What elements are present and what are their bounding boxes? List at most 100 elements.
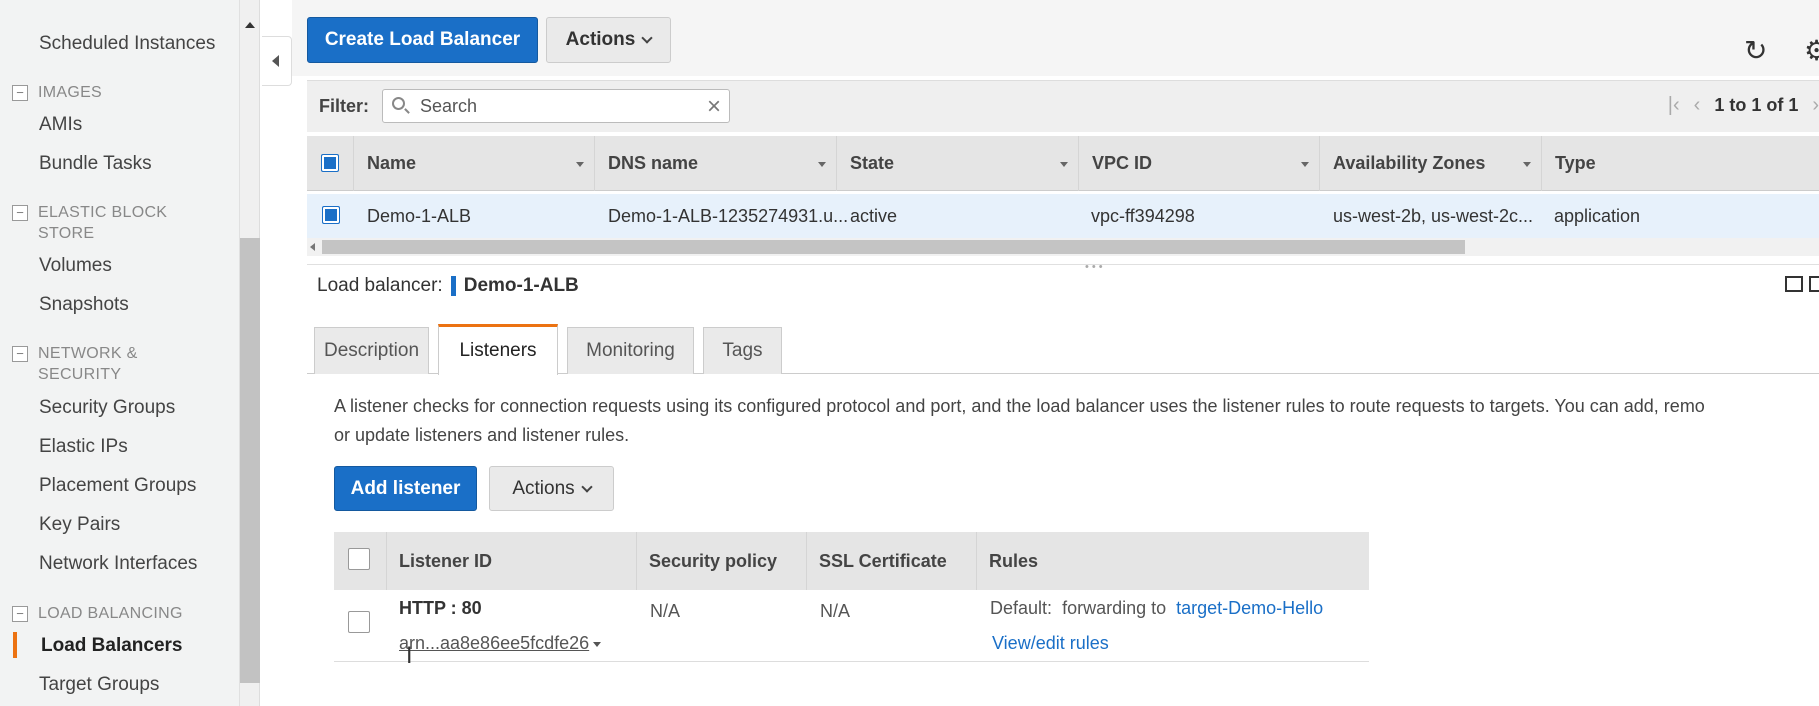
listeners-description: A listener checks for connection request…	[334, 392, 1819, 450]
select-all-checkbox[interactable]	[321, 154, 339, 172]
close-icon[interactable]: ×	[707, 93, 721, 121]
sidebar-section-title: IMAGES	[38, 84, 103, 101]
sidebar-item-snapshots[interactable]: Snapshots	[39, 294, 129, 316]
gear-icon[interactable]: ⚙	[1804, 34, 1819, 67]
sidebar-section-load-balancing[interactable]: − LOAD BALANCING	[12, 603, 183, 624]
refresh-icon[interactable]: ↻	[1744, 34, 1767, 67]
sidebar-section-network-security[interactable]: − NETWORK & SECURITY	[12, 343, 138, 385]
collapse-icon[interactable]: −	[12, 606, 28, 622]
chevron-left-icon	[272, 55, 279, 67]
create-load-balancer-button[interactable]: Create Load Balancer	[307, 17, 538, 63]
collapse-icon[interactable]: −	[12, 85, 28, 101]
search-input[interactable]: Search ×	[382, 89, 730, 123]
sidebar-item-volumes[interactable]: Volumes	[39, 255, 112, 277]
sidebar-item-placement-groups[interactable]: Placement Groups	[39, 475, 196, 497]
sidebar-scrollbar[interactable]	[240, 0, 260, 706]
cell-type: application	[1554, 206, 1641, 226]
column-label: DNS name	[608, 153, 699, 173]
add-listener-button[interactable]: Add listener	[334, 466, 477, 511]
listener-actions-dropdown[interactable]: Actions	[489, 466, 614, 511]
text-cursor-icon: I	[406, 644, 413, 669]
collapse-icon[interactable]: −	[12, 205, 28, 221]
detail-tabs: Description Listeners Monitoring Tags	[307, 324, 1819, 375]
row-checkbox[interactable]	[348, 611, 370, 633]
listener-arn-dropdown[interactable]: arn...aa8e86ee5fcdfe26	[399, 633, 602, 654]
tab-description[interactable]: Description	[314, 327, 429, 374]
column-header-dns-name[interactable]: DNS name	[595, 136, 837, 191]
cell-rules: Default: forwarding to target-Demo-Hello	[990, 598, 1323, 619]
active-indicator	[13, 632, 17, 658]
sidebar-section-title: STORE	[38, 225, 95, 242]
first-page-icon[interactable]: |‹	[1668, 94, 1680, 117]
search-icon	[392, 97, 405, 110]
column-header-state[interactable]: State	[837, 136, 1079, 191]
column-header-ssl-certificate: SSL Certificate	[807, 532, 977, 590]
sidebar-item-elastic-ips[interactable]: Elastic IPs	[39, 436, 128, 458]
view-edit-rules-link[interactable]: View/edit rules	[992, 633, 1109, 654]
chevron-down-icon	[641, 32, 654, 44]
drag-handle-icon[interactable]: •••	[1085, 261, 1106, 273]
target-group-link[interactable]: target-Demo-Hello	[1176, 598, 1323, 618]
cell-vpc-id: vpc-ff394298	[1091, 206, 1195, 226]
rule-action: forwarding to	[1062, 598, 1167, 618]
column-label: Type	[1555, 153, 1596, 173]
actions-dropdown[interactable]: Actions	[546, 17, 671, 63]
sort-icon	[1301, 162, 1309, 167]
cell-dns-name: Demo-1-ALB-1235274931.u...	[608, 206, 849, 226]
sidebar-section-title: SECURITY	[38, 366, 122, 383]
selection-marker	[450, 276, 456, 296]
table-row[interactable]: Demo-1-ALB Demo-1-ALB-1235274931.u... ac…	[307, 194, 1819, 238]
sidebar-collapse-button[interactable]	[262, 36, 292, 86]
scroll-up-icon[interactable]	[245, 22, 255, 28]
horizontal-scrollbar[interactable]	[307, 238, 1819, 256]
detail-title: Load balancer: Demo-1-ALB	[317, 275, 579, 297]
row-checkbox[interactable]	[322, 206, 340, 224]
listener-arn[interactable]: arn...aa8e86ee5fcdfe26	[399, 633, 589, 653]
sidebar-section-images[interactable]: − IMAGES	[12, 82, 102, 103]
previous-page-icon[interactable]: ‹	[1694, 94, 1701, 117]
sidebar-item-target-groups[interactable]: Target Groups	[39, 674, 159, 696]
sidebar-item-key-pairs[interactable]: Key Pairs	[39, 514, 120, 536]
cell-state: active	[850, 206, 898, 226]
cell-security-policy: N/A	[650, 601, 681, 621]
next-page-icon[interactable]: ›	[1812, 94, 1819, 117]
column-header-type[interactable]: Type	[1542, 136, 1819, 191]
filter-bar: Filter: Search × |‹ ‹ 1 to 1 of 1 ›	[307, 80, 1819, 132]
column-header-name[interactable]: Name	[354, 136, 595, 191]
actions-label: Actions	[512, 477, 575, 499]
panel-splitter[interactable]: •••	[307, 261, 1819, 273]
table-row[interactable]: HTTP : 80 arn...aa8e86ee5fcdfe26 N/A N/A…	[334, 592, 1369, 662]
pagination: |‹ ‹ 1 to 1 of 1 ›	[1668, 94, 1819, 117]
sidebar-item-bundle-tasks[interactable]: Bundle Tasks	[39, 153, 152, 175]
split-view-icon[interactable]	[1785, 276, 1803, 292]
pagination-text: 1 to 1 of 1	[1714, 95, 1799, 115]
tab-tags[interactable]: Tags	[703, 327, 782, 374]
tab-monitoring[interactable]: Monitoring	[567, 327, 694, 374]
sort-icon	[1060, 162, 1068, 167]
sidebar-item-amis[interactable]: AMIs	[39, 114, 82, 136]
sidebar-item-security-groups[interactable]: Security Groups	[39, 397, 175, 419]
column-label: Availability Zones	[1333, 153, 1486, 173]
column-header-vpc-id[interactable]: VPC ID	[1079, 136, 1320, 191]
column-header-security-policy: Security policy	[637, 532, 807, 590]
sidebar-item-network-interfaces[interactable]: Network Interfaces	[39, 553, 197, 575]
sort-icon	[1523, 162, 1531, 167]
select-all-checkbox[interactable]	[348, 548, 370, 570]
column-label: Name	[367, 153, 417, 173]
side-view-icon[interactable]	[1809, 276, 1819, 292]
column-label: State	[850, 153, 895, 173]
filter-label: Filter:	[319, 96, 370, 116]
scrollbar-thumb[interactable]	[322, 240, 1465, 254]
column-header-availability-zones[interactable]: Availability Zones	[1320, 136, 1542, 191]
collapse-icon[interactable]: −	[12, 346, 28, 362]
sidebar-item-scheduled-instances[interactable]: Scheduled Instances	[39, 33, 215, 55]
sidebar-section-title: NETWORK &	[38, 345, 138, 362]
rule-prefix: Default:	[990, 598, 1053, 618]
sidebar-item-load-balancers[interactable]: Load Balancers	[41, 635, 183, 657]
column-header-rules: Rules	[989, 550, 1039, 571]
tab-listeners[interactable]: Listeners	[438, 324, 558, 375]
sidebar-section-ebs[interactable]: − ELASTIC BLOCK STORE	[12, 202, 167, 244]
scrollbar-thumb[interactable]	[240, 238, 260, 683]
scroll-left-icon[interactable]	[310, 243, 315, 251]
panel-layout-icons	[1785, 276, 1819, 292]
